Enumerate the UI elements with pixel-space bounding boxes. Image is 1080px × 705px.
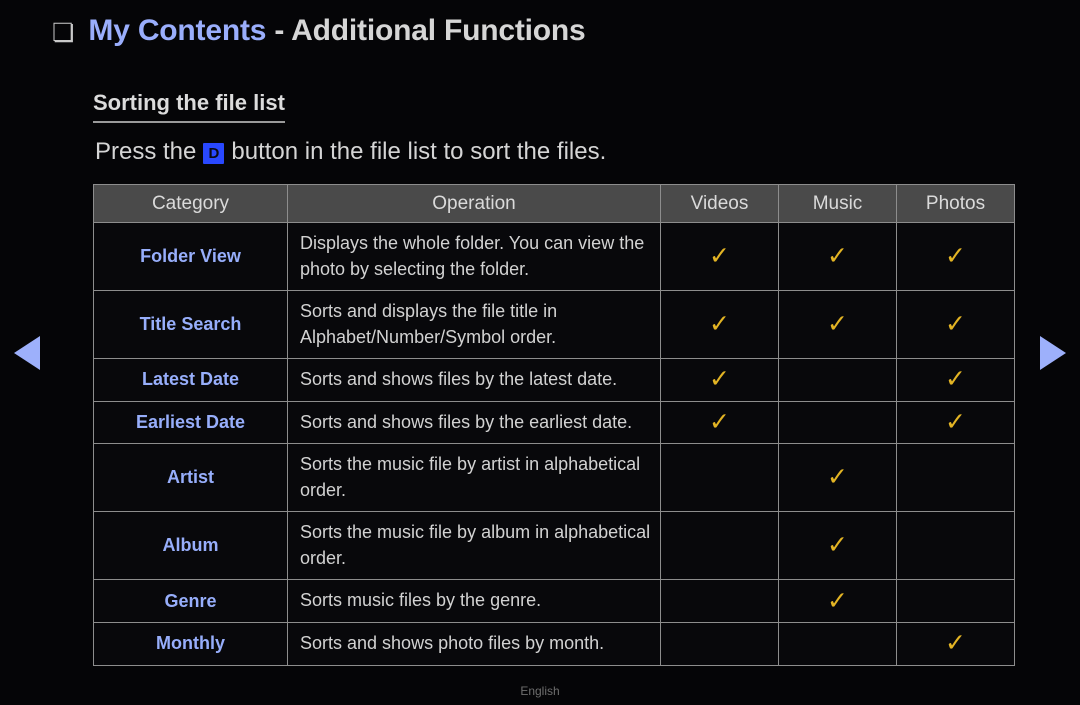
cell-support-music <box>778 358 897 402</box>
column-header-operation: Operation <box>287 184 661 223</box>
cell-support-photos: ✓ <box>896 290 1015 360</box>
cell-operation: Sorts and shows photo files by month. <box>287 622 661 666</box>
d-button-key-icon: D <box>203 142 225 164</box>
cell-support-music: ✓ <box>778 579 897 624</box>
cell-support-videos: ✓ <box>660 221 779 292</box>
table-body: Folder View Displays the whole folder. Yo… <box>93 221 1015 666</box>
cell-support-music: ✓ <box>778 443 897 513</box>
cell-category: Genre <box>93 579 288 624</box>
double-square-bullet-icon: ❏ <box>52 18 75 47</box>
cell-category: Folder View <box>93 221 288 292</box>
cell-support-music <box>778 400 897 445</box>
cell-operation: Sorts and shows files by the latest date… <box>287 358 661 402</box>
cell-category: Title Search <box>93 290 288 360</box>
cell-support-videos <box>660 511 779 581</box>
table-header-row: Category Operation Videos Music Photos <box>93 184 1015 223</box>
cell-support-videos: ✓ <box>660 400 779 445</box>
cell-support-videos <box>660 443 779 513</box>
cell-support-music: ✓ <box>778 290 897 360</box>
page-title-text: My Contents - Additional Functions <box>88 14 585 48</box>
cell-support-photos <box>896 443 1015 513</box>
column-header-photos: Photos <box>896 184 1015 223</box>
cell-category: Artist <box>93 443 288 513</box>
cell-support-photos <box>896 579 1015 624</box>
cell-operation: Sorts and shows files by the earliest da… <box>287 400 661 445</box>
column-header-category: Category <box>93 184 288 223</box>
cell-support-photos <box>896 511 1015 581</box>
cell-support-photos: ✓ <box>896 622 1015 666</box>
cell-support-photos: ✓ <box>896 400 1015 445</box>
section-heading: Sorting the file list <box>93 90 285 123</box>
column-header-videos: Videos <box>660 184 779 223</box>
cell-category: Earliest Date <box>93 400 288 445</box>
cell-support-videos <box>660 622 779 666</box>
table-row: Title Search Sorts and displays the file … <box>93 290 1015 360</box>
instruction-prefix: Press the <box>95 138 197 165</box>
page-title-accent: My Contents <box>88 14 267 47</box>
cell-operation: Sorts music files by the genre. <box>287 579 661 624</box>
cell-support-photos: ✓ <box>896 221 1015 292</box>
cell-support-music: ✓ <box>778 221 897 292</box>
triangle-left-icon[interactable] <box>14 336 40 370</box>
table-row: Earliest Date Sorts and shows files by th… <box>93 400 1015 445</box>
page-title: ❏ My Contents - Additional Functions <box>52 14 586 48</box>
table-row: Folder View Displays the whole folder. Yo… <box>93 221 1015 292</box>
table-row: Artist Sorts the music file by artist in … <box>93 443 1015 513</box>
table-row: Genre Sorts music files by the genre. ✓ <box>93 579 1015 624</box>
cell-support-music: ✓ <box>778 511 897 581</box>
cell-support-videos: ✓ <box>660 290 779 360</box>
cell-category: Monthly <box>93 622 288 666</box>
column-header-music: Music <box>778 184 897 223</box>
footer-language-label: English <box>520 684 560 698</box>
instruction-suffix: button in the file list to sort the file… <box>231 138 607 165</box>
cell-support-photos: ✓ <box>896 358 1015 402</box>
cell-category: Latest Date <box>93 358 288 402</box>
cell-operation: Sorts and displays the file title in Alp… <box>287 290 661 360</box>
instruction-line: Press the D button in the file list to s… <box>95 138 606 166</box>
table-row: Monthly Sorts and shows photo files by mo… <box>93 622 1015 666</box>
triangle-right-icon[interactable] <box>1040 336 1066 370</box>
sorting-options-table: Category Operation Videos Music Photos F… <box>93 184 1015 666</box>
table-row: Latest Date Sorts and shows files by the … <box>93 358 1015 402</box>
cell-support-music <box>778 622 897 666</box>
cell-support-videos: ✓ <box>660 358 779 402</box>
cell-operation: Sorts the music file by artist in alphab… <box>287 443 661 513</box>
table-header: Category Operation Videos Music Photos <box>93 184 1015 223</box>
cell-category: Album <box>93 511 288 581</box>
cell-operation: Displays the whole folder. You can view … <box>287 221 661 292</box>
cell-support-videos <box>660 579 779 624</box>
page-title-rest: - Additional Functions <box>266 14 586 47</box>
cell-operation: Sorts the music file by album in alphabe… <box>287 511 661 581</box>
table-row: Album Sorts the music file by album in al… <box>93 511 1015 581</box>
